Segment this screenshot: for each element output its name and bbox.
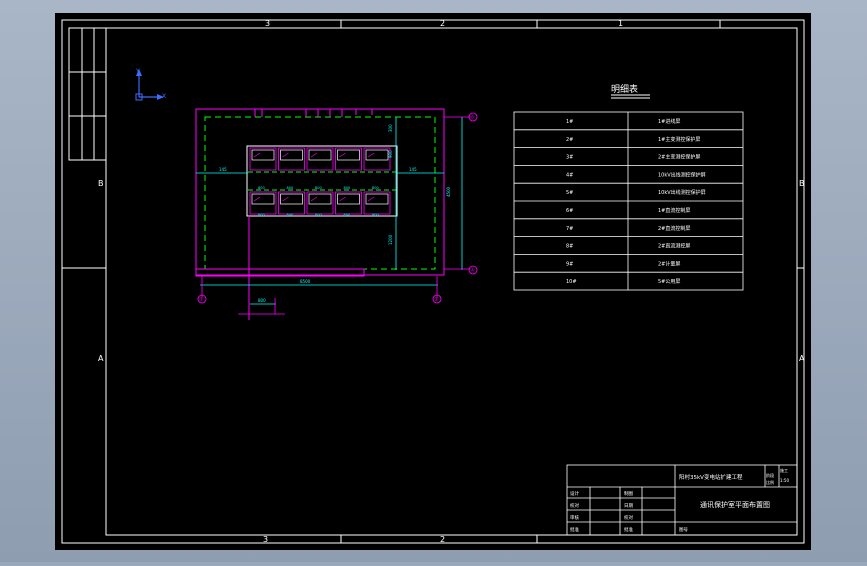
zone-left-b: B xyxy=(98,179,104,188)
cabinet-bottom-label-3: 800 xyxy=(315,213,322,217)
legend-name-1: 1#进线屏 xyxy=(658,118,680,125)
legend-name-2: 1#主变测控保护屏 xyxy=(658,136,700,143)
dim-depth: 4500 xyxy=(446,186,451,197)
dim-up-1: 300 xyxy=(388,124,393,132)
dim-left-offset: 145 xyxy=(219,167,227,172)
ucs-x-label: X xyxy=(162,93,166,100)
zone-top-3: 3 xyxy=(265,19,270,28)
legend-name-6: 1#直流控制屏 xyxy=(658,207,690,214)
dim-right-offset: 145 xyxy=(409,167,417,172)
tb-scale-value: 1:50 xyxy=(780,478,789,483)
cabinet-top-label-2: 800 xyxy=(287,186,294,190)
dim-low: 1200 xyxy=(388,234,393,245)
tb-checker: 校对 xyxy=(570,502,579,509)
dim-door: 800 xyxy=(258,298,266,303)
drawing-canvas[interactable]: 3 2 1 3 2 B A B A Y X 800 800 800 800 80… xyxy=(0,0,867,562)
tb-reviewer: 审核 xyxy=(570,514,579,521)
legend-name-7: 2#直流控制屏 xyxy=(658,225,690,232)
legend-name-3: 2#主变测控保护屏 xyxy=(658,154,700,161)
cabinet-top-label-1: 800 xyxy=(258,186,265,190)
tb-project: 阳村35kV变电站扩建工程 xyxy=(679,473,743,481)
cad-viewport: 3 2 1 3 2 B A B A Y X 800 800 800 800 80… xyxy=(0,0,867,562)
legend-no-6: 6# xyxy=(566,208,573,214)
tb-approver: 批准 xyxy=(570,526,579,533)
dim-up-2: 900 xyxy=(388,150,393,158)
tb-check2: 校对 xyxy=(624,514,633,521)
cabinet-bottom-label-2: 800 xyxy=(287,213,294,217)
tb-drawing-title: 通讯保护室平面布置图 xyxy=(700,500,770,509)
cabinet-top-label-5: 800 xyxy=(372,186,379,190)
tb-stage-label: 阶段 xyxy=(766,472,774,478)
cabinet-top-label-4: 800 xyxy=(344,186,351,190)
tb-scale-label: 比例 xyxy=(766,479,774,485)
legend-no-10: 10# xyxy=(566,279,577,285)
tb-approve2: 批准 xyxy=(624,526,633,533)
zone-top-2: 2 xyxy=(440,19,445,28)
zone-bottom-2: 2 xyxy=(440,535,445,544)
tb-drawing-no: 图号 xyxy=(679,527,688,533)
cabinet-bottom-label-1: 800 xyxy=(258,213,265,217)
drawing-sheet xyxy=(55,13,811,550)
legend-no-9: 9# xyxy=(566,261,573,267)
ucs-y-label: Y xyxy=(135,68,140,75)
grid-label-2: ② xyxy=(434,297,439,303)
zone-right-b: B xyxy=(799,179,805,188)
cabinet-top-label-3: 800 xyxy=(315,186,322,190)
cabinet-bottom-label-4: 800 xyxy=(344,213,351,217)
zone-bottom-3: 3 xyxy=(263,535,268,544)
legend-no-7: 7# xyxy=(566,226,573,232)
legend-no-1: 1# xyxy=(566,119,573,125)
zone-left-a: A xyxy=(98,354,104,363)
zone-top-1: 1 xyxy=(618,19,623,28)
legend-name-9: 2#计量屏 xyxy=(658,260,680,267)
legend-no-5: 5# xyxy=(566,190,573,196)
grid-label-a: Ⓐ xyxy=(470,267,475,274)
zone-right-a: A xyxy=(799,354,805,363)
grid-label-1: ① xyxy=(199,297,204,303)
grid-label-b: Ⓑ xyxy=(470,114,475,121)
legend-name-8: 2#直流测控屏 xyxy=(658,243,690,250)
legend-no-2: 2# xyxy=(566,137,573,143)
legend-no-8: 8# xyxy=(566,244,573,250)
tb-drawn: 制图 xyxy=(624,490,633,497)
cabinet-bottom-label-5: 800 xyxy=(372,213,379,217)
dim-total-width: 8500 xyxy=(300,279,311,284)
tb-date: 日期 xyxy=(624,503,633,509)
legend-name-4: 10kV出线测控保护屏 xyxy=(658,171,706,178)
legend-title: 明细表 xyxy=(611,83,638,95)
tb-designer: 设计 xyxy=(570,490,579,497)
legend-name-10: 5#公用屏 xyxy=(658,279,680,285)
tb-stage-value: 施工 xyxy=(780,467,788,473)
legend-name-5: 10kV出线测控保护屏 xyxy=(658,189,706,196)
legend-no-4: 4# xyxy=(566,172,573,178)
legend-no-3: 3# xyxy=(566,155,573,161)
